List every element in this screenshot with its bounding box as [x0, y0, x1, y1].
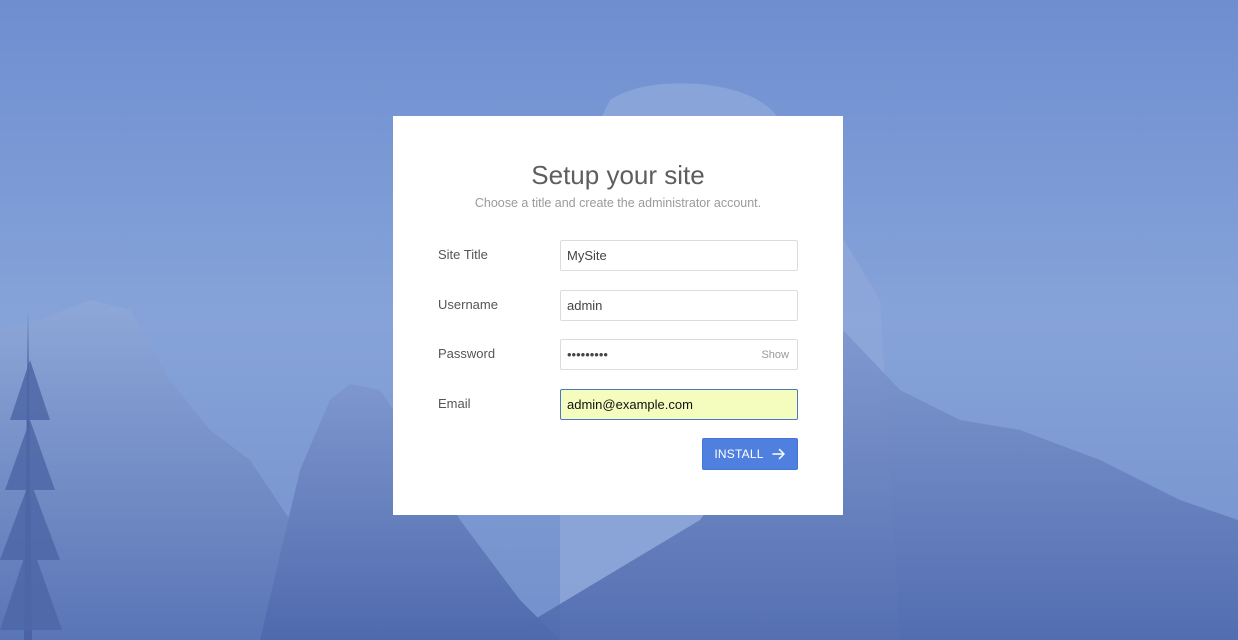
site-title-input[interactable]: MySite	[560, 240, 798, 271]
username-label: Username	[438, 297, 498, 312]
email-label: Email	[438, 396, 471, 411]
username-input[interactable]: admin	[560, 290, 798, 321]
site-title-label: Site Title	[438, 247, 488, 262]
show-password-button[interactable]: Show	[761, 340, 789, 371]
install-label: INSTALL	[714, 447, 764, 461]
site-title-row: Site Title MySite	[438, 240, 798, 271]
email-row: Email admin@example.com	[438, 389, 798, 420]
password-row: Password ••••••••• Show	[438, 339, 798, 370]
password-value: •••••••••	[567, 347, 608, 362]
page-subtitle: Choose a title and create the administra…	[474, 196, 762, 210]
arrow-right-icon	[771, 448, 786, 460]
setup-card: Setup your site Choose a title and creat…	[393, 116, 843, 515]
email-input[interactable]: admin@example.com	[560, 389, 798, 420]
page-title: Setup your site	[531, 160, 705, 190]
password-label: Password	[438, 346, 496, 361]
install-button[interactable]: INSTALL	[702, 438, 798, 470]
username-row: Username admin	[438, 290, 798, 321]
password-input[interactable]: ••••••••• Show	[560, 339, 798, 370]
